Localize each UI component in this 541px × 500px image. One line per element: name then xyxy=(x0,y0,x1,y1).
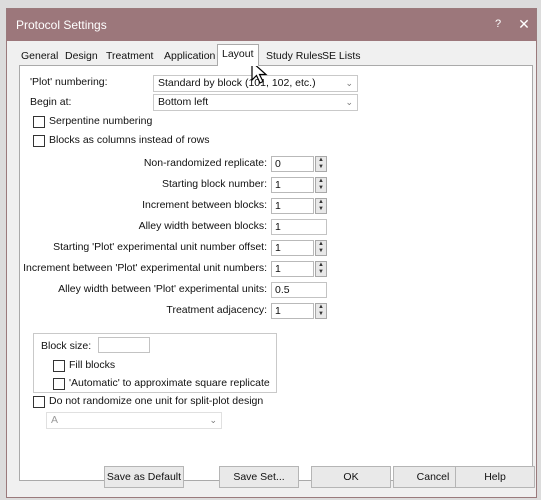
starting-plot-offset-spinner[interactable]: ▲ ▼ xyxy=(315,240,327,256)
nonrandomized-label: Non-randomized replicate: xyxy=(143,157,267,169)
starting-block-label: Starting block number: xyxy=(161,178,267,190)
alley-plot-input[interactable]: 0.5 xyxy=(271,282,327,298)
alley-blocks-input[interactable]: 1 xyxy=(271,219,327,235)
help-title-button[interactable]: ? xyxy=(489,15,507,33)
blocks-as-columns-checkbox[interactable] xyxy=(33,135,45,147)
close-button[interactable]: ✕ xyxy=(515,15,533,33)
do-not-randomize-label: Do not randomize one unit for split-plot… xyxy=(49,395,264,407)
nonrandomized-spinner[interactable]: ▲ ▼ xyxy=(315,156,327,172)
starting-plot-offset-label: Starting 'Plot' experimental unit number… xyxy=(53,241,267,253)
treatment-adjacency-spinner[interactable]: ▲ ▼ xyxy=(315,303,327,319)
automatic-checkbox[interactable] xyxy=(53,378,65,390)
block-size-input[interactable] xyxy=(98,337,150,353)
layout-tab-panel: 'Plot' numbering: Standard by block (101… xyxy=(19,65,533,481)
split-plot-value: A xyxy=(51,414,59,426)
tab-layout[interactable]: Layout xyxy=(217,44,259,66)
tab-study-rules[interactable]: Study Rules xyxy=(262,47,327,65)
treatment-adjacency-label: Treatment adjacency: xyxy=(166,304,267,316)
plot-numbering-value: Standard by block (101, 102, etc.) xyxy=(158,77,316,89)
chevron-down-icon: ⌄ xyxy=(345,97,353,107)
automatic-label: 'Automatic' to approximate square replic… xyxy=(69,377,270,389)
title-bar: Protocol Settings ? ✕ xyxy=(7,9,536,41)
dialog-title: Protocol Settings xyxy=(16,18,107,32)
plot-numbering-label: 'Plot' numbering: xyxy=(30,76,108,88)
begin-at-value: Bottom left xyxy=(158,96,209,108)
tab-se-lists[interactable]: SE Lists xyxy=(318,47,365,65)
serpentine-checkbox[interactable] xyxy=(33,116,45,128)
save-set-button[interactable]: Save Set... xyxy=(219,466,299,488)
fill-blocks-label: Fill blocks xyxy=(69,359,116,371)
split-plot-select[interactable]: A ⌄ xyxy=(46,412,222,429)
alley-blocks-label: Alley width between blocks: xyxy=(138,220,267,232)
chevron-down-icon: ⌄ xyxy=(345,78,353,88)
increment-plot-spinner[interactable]: ▲ ▼ xyxy=(315,261,327,277)
starting-plot-offset-input[interactable]: 1 xyxy=(271,240,314,256)
starting-block-spinner[interactable]: ▲ ▼ xyxy=(315,177,327,193)
increment-blocks-label: Increment between blocks: xyxy=(142,199,267,211)
block-size-group: Block size: Fill blocks 'Automatic' to a… xyxy=(33,333,277,393)
serpentine-label: Serpentine numbering xyxy=(49,115,153,127)
fill-blocks-checkbox[interactable] xyxy=(53,360,65,372)
tab-application[interactable]: Application xyxy=(160,47,219,65)
save-as-default-button[interactable]: Save as Default xyxy=(104,466,184,488)
increment-blocks-spinner[interactable]: ▲ ▼ xyxy=(315,198,327,214)
begin-at-label: Begin at: xyxy=(30,96,72,108)
nonrandomized-input[interactable]: 0 xyxy=(271,156,314,172)
treatment-adjacency-input[interactable]: 1 xyxy=(271,303,314,319)
tab-treatment[interactable]: Treatment xyxy=(102,47,157,65)
increment-plot-label: Increment between 'Plot' experimental un… xyxy=(23,262,267,274)
tab-general[interactable]: General xyxy=(17,47,62,65)
blocks-as-columns-label: Blocks as columns instead of rows xyxy=(49,134,210,146)
begin-at-select[interactable]: Bottom left ⌄ xyxy=(153,94,358,111)
starting-block-input[interactable]: 1 xyxy=(271,177,314,193)
chevron-down-icon: ⌄ xyxy=(209,415,217,425)
help-button[interactable]: Help xyxy=(455,466,535,488)
alley-plot-label: Alley width between 'Plot' experimental … xyxy=(58,283,267,295)
increment-plot-input[interactable]: 1 xyxy=(271,261,314,277)
protocol-settings-dialog: Protocol Settings ? ✕ General Design Tre… xyxy=(6,8,537,498)
block-size-label: Block size: xyxy=(41,340,92,352)
increment-blocks-input[interactable]: 1 xyxy=(271,198,314,214)
ok-button[interactable]: OK xyxy=(311,466,391,488)
tab-design[interactable]: Design xyxy=(61,47,102,65)
do-not-randomize-checkbox[interactable] xyxy=(33,396,45,408)
